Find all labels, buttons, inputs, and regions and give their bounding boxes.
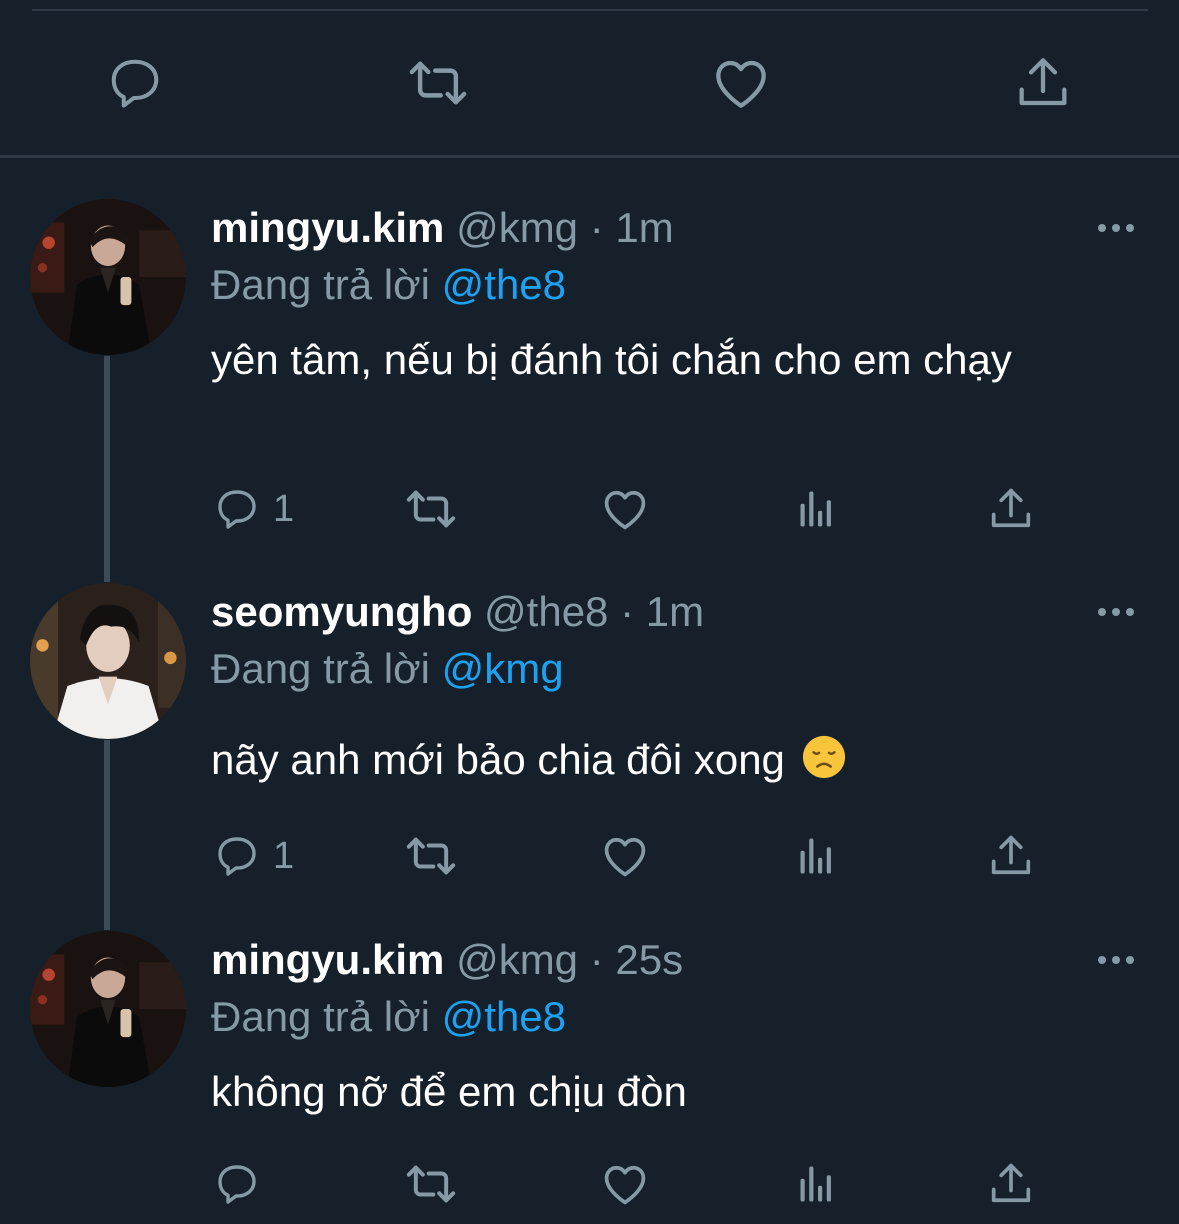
display-name[interactable]: mingyu.kim [211, 204, 444, 251]
main-tweet-actions [0, 50, 1179, 116]
mention-link[interactable]: @the8 [442, 261, 566, 308]
main-retweet-button[interactable] [405, 50, 471, 116]
like-button[interactable] [599, 481, 651, 537]
reply-button[interactable] [213, 1156, 273, 1212]
tweet-text: không nỡ để em chịu đòn [211, 1068, 687, 1115]
replying-to: Đang trả lời @kmg [211, 641, 564, 697]
share-icon [991, 488, 1031, 528]
mention-link[interactable]: @the8 [442, 993, 566, 1040]
display-name[interactable]: mingyu.kim [211, 936, 444, 983]
like-icon [604, 1165, 646, 1205]
avatar[interactable] [30, 583, 186, 739]
more-icon [1098, 224, 1134, 232]
display-name[interactable]: seomyungho [211, 588, 472, 635]
reply-count: 1 [273, 834, 295, 877]
avatar-image [30, 583, 186, 739]
like-icon [604, 490, 646, 530]
share-icon [991, 1163, 1031, 1203]
main-share-button[interactable] [1010, 50, 1076, 116]
analytics-icon [800, 1166, 831, 1202]
like-icon [604, 837, 646, 877]
thread-line [104, 356, 110, 582]
separator-dot: · [620, 588, 635, 635]
share-button[interactable] [985, 1156, 1037, 1212]
avatar[interactable] [30, 931, 186, 1087]
main-like-button[interactable] [708, 50, 774, 116]
more-icon [1098, 956, 1134, 964]
more-button[interactable] [1096, 592, 1136, 632]
retweet-button[interactable] [403, 481, 459, 537]
reply-icon [111, 59, 159, 108]
avatar-image [30, 199, 186, 355]
retweet-button[interactable] [403, 828, 459, 884]
retweet-icon [409, 61, 467, 105]
thread-page: mingyu.kim @kmg · 1m Đang trả lời @the8 … [0, 0, 1179, 1224]
reply-icon [218, 1165, 256, 1204]
top-divider [32, 9, 1148, 11]
reply-icon [218, 837, 256, 876]
avatar-image [30, 931, 186, 1087]
share-button[interactable] [985, 481, 1037, 537]
analytics-button[interactable] [797, 828, 839, 884]
avatar[interactable] [30, 199, 186, 355]
reply-button[interactable]: 1 [213, 481, 294, 537]
like-button[interactable] [599, 828, 651, 884]
handle[interactable]: @kmg [456, 936, 578, 983]
tweet-text-content: nãy anh mới bảo chia đôi xong [211, 736, 785, 783]
share-icon [991, 835, 1031, 875]
timestamp[interactable]: 1m [615, 204, 673, 251]
main-reply-button[interactable] [102, 50, 168, 116]
tweet-actions [0, 1156, 1179, 1212]
replying-to: Đang trả lời @the8 [211, 989, 566, 1045]
analytics-icon [800, 838, 831, 874]
separator-dot: · [589, 936, 604, 983]
section-divider [0, 155, 1179, 158]
replying-prefix: Đang trả lời [211, 261, 430, 308]
share-button[interactable] [985, 828, 1037, 884]
mention-link[interactable]: @kmg [442, 645, 564, 692]
retweet-icon [406, 490, 456, 528]
replying-prefix: Đang trả lời [211, 645, 430, 692]
more-button[interactable] [1096, 208, 1136, 248]
replying-prefix: Đang trả lời [211, 993, 430, 1040]
tweet-text: yên tâm, nếu bị đánh tôi chắn cho em chạ… [211, 336, 1012, 383]
disappointed-face-icon [802, 735, 845, 779]
tweet-actions: 1 [0, 481, 1179, 537]
like-button[interactable] [599, 1156, 651, 1212]
handle[interactable]: @the8 [484, 588, 608, 635]
replying-to: Đang trả lời @the8 [211, 257, 566, 313]
tweet-header: mingyu.kim @kmg · 25s [211, 932, 683, 988]
analytics-button[interactable] [797, 1156, 839, 1212]
analytics-icon [800, 491, 831, 527]
more-button[interactable] [1096, 940, 1136, 980]
handle[interactable]: @kmg [456, 204, 578, 251]
more-icon [1098, 608, 1134, 616]
retweet-button[interactable] [403, 1156, 459, 1212]
tweet-header: mingyu.kim @kmg · 1m [211, 200, 674, 256]
analytics-button[interactable] [797, 481, 839, 537]
retweet-icon [406, 837, 456, 875]
timestamp[interactable]: 1m [646, 588, 704, 635]
reply-count: 1 [273, 487, 295, 530]
reply-button[interactable]: 1 [213, 828, 294, 884]
share-icon [1019, 58, 1067, 106]
tweet-actions: 1 [0, 828, 1179, 884]
reply-icon [218, 490, 256, 529]
like-icon [716, 60, 766, 108]
separator-dot: · [589, 204, 604, 251]
tweet-header: seomyungho @the8 · 1m [211, 584, 704, 640]
retweet-icon [406, 1165, 456, 1203]
timestamp[interactable]: 25s [615, 936, 683, 983]
tweet-text: nãy anh mới bảo chia đôi xong [211, 733, 1071, 787]
